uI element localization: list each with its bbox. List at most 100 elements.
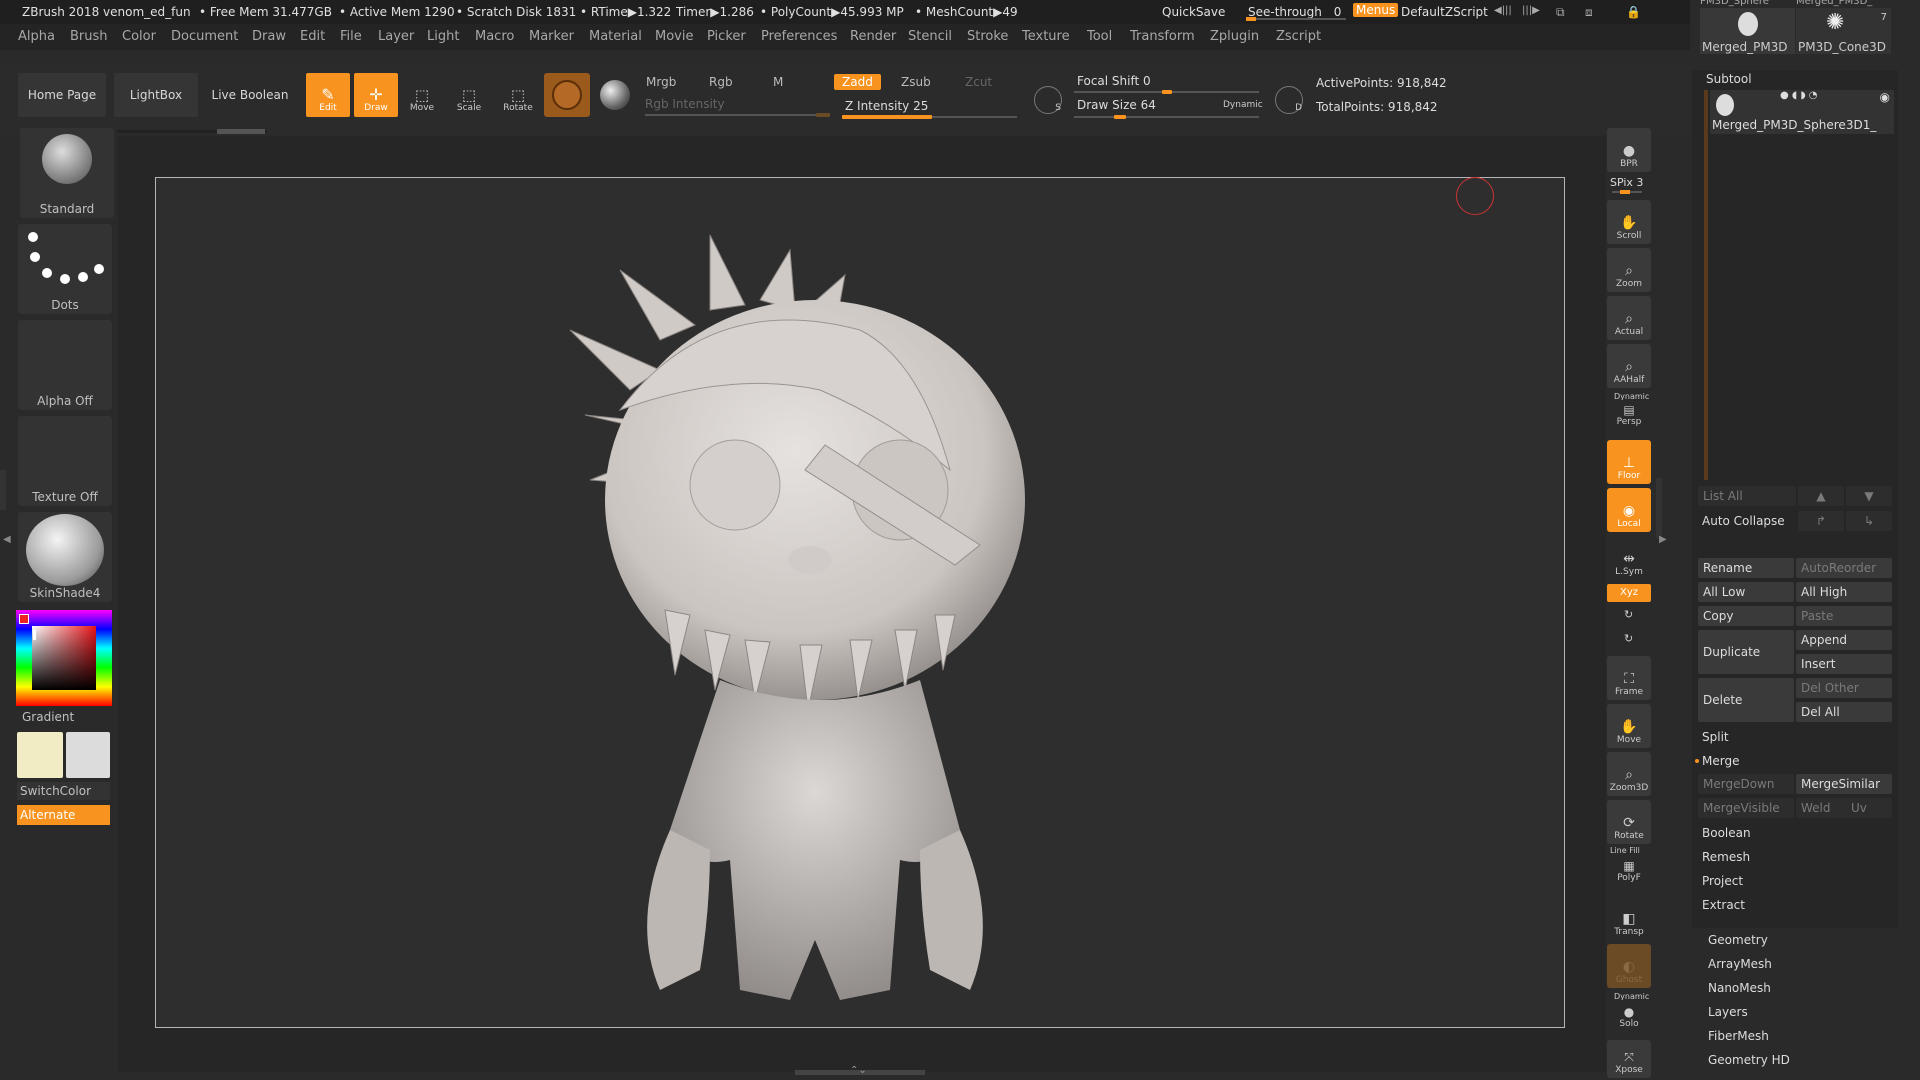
secondary-color-swatch[interactable] [66, 732, 110, 778]
menu-picker[interactable]: Picker [707, 29, 746, 44]
arrow-right-icon[interactable]: |||▶ [1522, 5, 1540, 16]
alpha-thumbnail[interactable]: Alpha Off [18, 320, 112, 410]
shelf-scroll[interactable]: ✋ Scroll [1607, 200, 1651, 244]
menu-draw[interactable]: Draw [252, 29, 286, 44]
append-button[interactable]: Append [1796, 630, 1892, 650]
list-all-button[interactable]: List All [1698, 486, 1796, 506]
move-up-icon[interactable]: ↱ [1798, 511, 1844, 531]
layout-icon[interactable]: ⧉ [1556, 5, 1565, 20]
subtool-item[interactable]: ◉ ● ◖ ◗ ◔ Merged_PM3D_Sphere3D1_ [1710, 90, 1894, 134]
mrgb-toggle[interactable]: Mrgb [646, 75, 676, 89]
subtool-title[interactable]: Subtool [1706, 72, 1752, 86]
m-toggle[interactable]: M [773, 75, 783, 89]
rgb-intensity-label[interactable]: Rgb Intensity [645, 97, 725, 111]
menu-document[interactable]: Document [171, 29, 238, 44]
zadd-toggle[interactable]: Zadd [834, 74, 881, 90]
z-intensity-label[interactable]: Z Intensity 25 [845, 99, 928, 113]
sculpt-target-icon[interactable]: S [1034, 86, 1062, 114]
quicksave-button[interactable]: QuickSave [1162, 5, 1225, 19]
d-target-icon[interactable]: D [1275, 86, 1303, 114]
right-shelf-handle[interactable] [1656, 478, 1662, 538]
uv-button[interactable]: Uv [1846, 798, 1892, 818]
menu-layer[interactable]: Layer [378, 29, 414, 44]
copy-button[interactable]: Copy [1698, 606, 1794, 626]
material-thumbnail[interactable]: SkinShade4 [18, 512, 112, 602]
zsub-toggle[interactable]: Zsub [901, 75, 931, 89]
color-picker-marker[interactable] [19, 614, 29, 624]
shelf-floor[interactable]: ⊥ Floor [1607, 440, 1651, 484]
remesh-section[interactable]: Remesh [1702, 850, 1750, 864]
move-mode-button[interactable]: ⬚ Move [400, 73, 444, 117]
menu-alpha[interactable]: Alpha [18, 29, 55, 44]
menu-macro[interactable]: Macro [475, 29, 514, 44]
brush-thumbnail[interactable]: Standard [20, 128, 114, 218]
menu-material[interactable]: Material [589, 29, 642, 44]
chevron-updown-icon[interactable]: ⌃⌄ [850, 1065, 867, 1076]
split-section[interactable]: Split [1702, 730, 1729, 744]
eye-icon[interactable]: ◉ [1880, 90, 1890, 104]
autoreorder-button[interactable]: AutoReorder [1796, 558, 1892, 578]
arrow-left-icon[interactable]: ◀||| [1494, 5, 1512, 16]
arrow-down-icon[interactable]: ▼ [1846, 486, 1892, 506]
insert-button[interactable]: Insert [1796, 654, 1892, 674]
move-down-icon[interactable]: ↳ [1846, 511, 1892, 531]
nanomesh-section[interactable]: NanoMesh [1708, 981, 1771, 995]
live-boolean-button[interactable]: Live Boolean [206, 73, 294, 117]
dynamic-toggle[interactable]: Dynamic [1223, 100, 1263, 110]
shelf-polyf[interactable]: ▦ PolyF [1607, 854, 1651, 886]
menu-marker[interactable]: Marker [529, 29, 574, 44]
scale-mode-button[interactable]: ⬚ Scale [447, 73, 491, 117]
all-low-button[interactable]: All Low [1698, 582, 1794, 602]
tool-thumb-top-b[interactable]: Merged_PM3D_ [1796, 0, 1891, 8]
main-color-swatch[interactable] [17, 732, 63, 778]
mergesimilar-button[interactable]: MergeSimilar [1796, 774, 1892, 794]
merge-section[interactable]: Merge [1702, 754, 1739, 768]
spix-label[interactable]: SPix 3 [1610, 176, 1643, 189]
delete-button[interactable]: Delete [1698, 678, 1794, 722]
shelf-transp[interactable]: ◧ Transp [1607, 896, 1651, 940]
shelf-local[interactable]: ◉ Local [1607, 488, 1651, 532]
shelf-ghost[interactable]: ◐ Ghost [1607, 944, 1651, 988]
see-through-slider[interactable]: See-through 0 [1248, 5, 1341, 19]
focal-shift-label[interactable]: Focal Shift 0 [1077, 74, 1151, 88]
menu-file[interactable]: File [340, 29, 362, 44]
auto-collapse-toggle[interactable]: Auto Collapse [1702, 514, 1785, 528]
shelf-xpose[interactable]: ⤧ Xpose [1607, 1040, 1651, 1078]
tool-thumb-merged[interactable]: Merged_PM3D [1700, 8, 1795, 54]
del-other-button[interactable]: Del Other [1796, 678, 1892, 698]
color-picker-sv-square[interactable] [32, 626, 96, 690]
menu-color[interactable]: Color [122, 29, 156, 44]
shelf-bpr[interactable]: ● BPR [1607, 128, 1651, 172]
stroke-thumbnail[interactable]: Dots [18, 224, 112, 314]
rotate-z-icon[interactable]: ↻ [1624, 632, 1633, 645]
paste-button[interactable]: Paste [1796, 606, 1892, 626]
duplicate-button[interactable]: Duplicate [1698, 630, 1794, 674]
del-all-button[interactable]: Del All [1796, 702, 1892, 722]
menu-render[interactable]: Render [850, 29, 896, 44]
menu-preferences[interactable]: Preferences [761, 29, 837, 44]
rotate-y-icon[interactable]: ↻ [1624, 608, 1633, 621]
shelf-move[interactable]: ✋ Move [1607, 704, 1651, 748]
venom-funko-model[interactable] [560, 230, 1080, 1020]
shelf-aahalf[interactable]: ⌕ AAHalf [1607, 344, 1651, 388]
zcut-toggle[interactable]: Zcut [965, 75, 992, 89]
texture-thumbnail[interactable]: Texture Off [18, 416, 112, 506]
left-collapse-icon[interactable]: ◀ [3, 534, 11, 545]
shelf-solo[interactable]: ● Solo [1607, 1000, 1651, 1032]
rotate-mode-button[interactable]: ⬚ Rotate [496, 73, 540, 117]
rgb-toggle[interactable]: Rgb [709, 75, 733, 89]
draw-size-label[interactable]: Draw Size 64 [1077, 98, 1156, 112]
draw-size-track[interactable] [1074, 116, 1259, 118]
visibility-toggle-icon[interactable]: ● ◖ ◗ ◔ [1780, 90, 1818, 101]
project-section[interactable]: Project [1702, 874, 1743, 888]
shelf-persp[interactable]: ▤ Persp [1607, 400, 1651, 430]
boolean-section[interactable]: Boolean [1702, 826, 1751, 840]
rename-button[interactable]: Rename [1698, 558, 1794, 578]
rgb-intensity-track[interactable] [645, 114, 830, 116]
menu-stencil[interactable]: Stencil [908, 29, 952, 44]
fibermesh-section[interactable]: FiberMesh [1708, 1029, 1769, 1043]
color-sphere-icon[interactable] [600, 80, 630, 110]
switch-color-button[interactable]: SwitchColor [17, 782, 110, 800]
shelf-actual[interactable]: ⌕ Actual [1607, 296, 1651, 340]
menu-tool[interactable]: Tool [1087, 29, 1112, 44]
